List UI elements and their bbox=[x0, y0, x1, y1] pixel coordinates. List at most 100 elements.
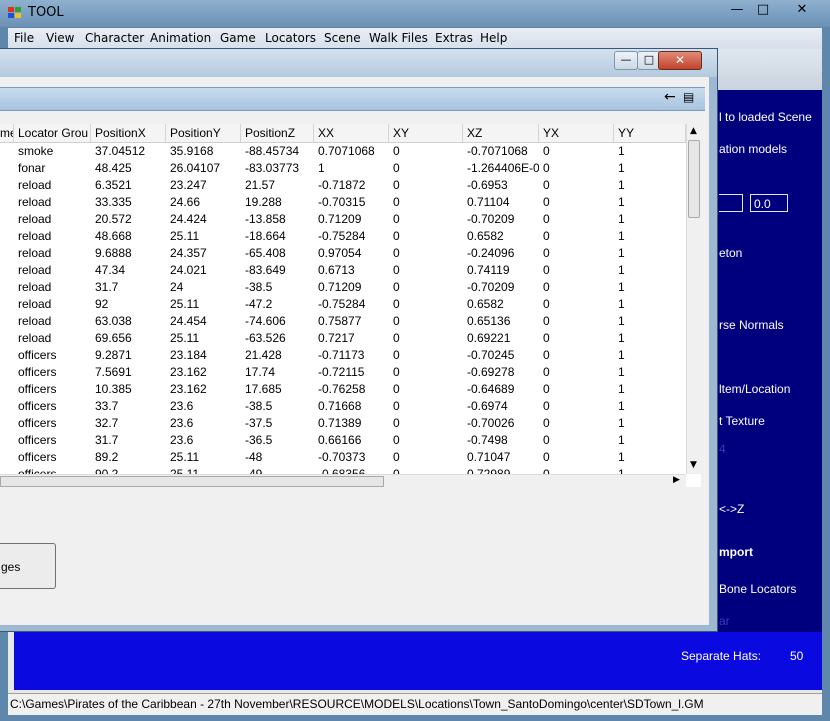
table-cell[interactable]: -38.5 bbox=[241, 398, 314, 415]
table-cell[interactable]: 0.65136 bbox=[463, 313, 539, 330]
table-cell[interactable] bbox=[0, 398, 14, 415]
table-cell[interactable]: -83.649 bbox=[241, 262, 314, 279]
table-row[interactable]: reload 69.656 25.11 -63.526 0.7217 0 0.69221 0 1 bbox=[0, 330, 686, 347]
table-cell[interactable]: 0 bbox=[389, 347, 463, 364]
swap-xz-option[interactable]: <->Z bbox=[719, 502, 744, 516]
table-cell[interactable]: 0.66166 bbox=[314, 432, 389, 449]
table-cell[interactable]: 23.247 bbox=[166, 177, 241, 194]
table-cell[interactable]: -63.526 bbox=[241, 330, 314, 347]
table-cell[interactable]: 0 bbox=[539, 228, 614, 245]
table-cell[interactable]: -0.70209 bbox=[463, 211, 539, 228]
table-cell[interactable]: -0.6974 bbox=[463, 398, 539, 415]
table-cell[interactable]: -0.7071068 bbox=[463, 143, 539, 160]
table-cell[interactable]: -0.7498 bbox=[463, 432, 539, 449]
import-option[interactable]: mport bbox=[719, 545, 753, 559]
table-cell[interactable]: 0 bbox=[539, 245, 614, 262]
table-cell[interactable]: 23.184 bbox=[166, 347, 241, 364]
table-cell[interactable]: fonar bbox=[14, 160, 91, 177]
table-cell[interactable]: officers bbox=[14, 364, 91, 381]
table-row[interactable]: reload 92 25.11 -47.2 -0.75284 0 0.6582 0 1 bbox=[0, 296, 686, 313]
table-cell[interactable]: -0.71872 bbox=[314, 177, 389, 194]
column-header[interactable]: YY bbox=[614, 124, 686, 142]
table-cell[interactable]: officers bbox=[14, 398, 91, 415]
table-cell[interactable]: officers bbox=[14, 432, 91, 449]
item-location-option[interactable]: ltem/Location bbox=[719, 382, 790, 396]
table-cell[interactable]: 0 bbox=[539, 398, 614, 415]
table-cell[interactable] bbox=[0, 449, 14, 466]
table-cell[interactable]: 33.7 bbox=[91, 398, 166, 415]
minimize-button[interactable]: — bbox=[723, 0, 751, 20]
table-cell[interactable]: 20.572 bbox=[91, 211, 166, 228]
table-cell[interactable]: 1 bbox=[614, 347, 686, 364]
table-cell[interactable]: 92 bbox=[91, 296, 166, 313]
table-cell[interactable]: reload bbox=[14, 245, 91, 262]
table-cell[interactable]: reload bbox=[14, 330, 91, 347]
table-cell[interactable]: -0.24096 bbox=[463, 245, 539, 262]
table-cell[interactable]: 25.11 bbox=[166, 296, 241, 313]
table-cell[interactable]: 0 bbox=[539, 262, 614, 279]
table-cell[interactable]: 1 bbox=[614, 228, 686, 245]
table-cell[interactable]: 0 bbox=[389, 330, 463, 347]
table-cell[interactable]: 17.685 bbox=[241, 381, 314, 398]
table-cell[interactable]: reload bbox=[14, 228, 91, 245]
menu-locators[interactable]: Locators bbox=[265, 31, 316, 45]
menu-game[interactable]: Game bbox=[220, 31, 256, 45]
table-cell[interactable] bbox=[0, 211, 14, 228]
table-cell[interactable]: 1 bbox=[614, 330, 686, 347]
table-cell[interactable]: 25.11 bbox=[166, 449, 241, 466]
table-row[interactable]: reload 6.3521 23.247 21.57 -0.71872 0 -0.6953 0… bbox=[0, 177, 686, 194]
table-cell[interactable]: reload bbox=[14, 262, 91, 279]
table-row[interactable]: smoke 37.04512 35.9168 -88.45734 0.7071068 0-… bbox=[0, 143, 686, 160]
table-cell[interactable]: -36.5 bbox=[241, 432, 314, 449]
table-cell[interactable]: 0.71668 bbox=[314, 398, 389, 415]
menu-help[interactable]: Help bbox=[480, 31, 507, 45]
table-cell[interactable] bbox=[0, 347, 14, 364]
table-cell[interactable]: 48.425 bbox=[91, 160, 166, 177]
table-cell[interactable]: 24.357 bbox=[166, 245, 241, 262]
table-row[interactable]: officers 9.2871 23.184 21.428 -0.71173 0 -0.70… bbox=[0, 347, 686, 364]
table-cell[interactable]: reload bbox=[14, 194, 91, 211]
table-cell[interactable] bbox=[0, 330, 14, 347]
table-cell[interactable]: 0 bbox=[539, 143, 614, 160]
table-cell[interactable]: 0 bbox=[539, 415, 614, 432]
table-cell[interactable]: 1 bbox=[614, 296, 686, 313]
table-cell[interactable]: 1 bbox=[614, 415, 686, 432]
table-cell[interactable]: 9.2871 bbox=[91, 347, 166, 364]
table-cell[interactable] bbox=[0, 245, 14, 262]
menu-scene[interactable]: Scene bbox=[324, 31, 361, 45]
table-cell[interactable]: smoke bbox=[14, 143, 91, 160]
table-cell[interactable]: 0 bbox=[539, 279, 614, 296]
column-header[interactable]: XY bbox=[389, 124, 463, 142]
locators-grid[interactable]: meLocator GrouPositionXPositionYPosition… bbox=[0, 124, 701, 487]
child-close-button[interactable]: ✕ bbox=[658, 51, 702, 70]
table-cell[interactable]: 0 bbox=[539, 432, 614, 449]
table-cell[interactable] bbox=[0, 143, 14, 160]
menu-extras[interactable]: Extras bbox=[435, 31, 473, 45]
table-cell[interactable]: 1 bbox=[614, 432, 686, 449]
table-cell[interactable]: 47.34 bbox=[91, 262, 166, 279]
table-cell[interactable]: 10.385 bbox=[91, 381, 166, 398]
menu-walk-files[interactable]: Walk Files bbox=[369, 31, 428, 45]
table-cell[interactable]: 0 bbox=[539, 160, 614, 177]
table-cell[interactable]: 24.454 bbox=[166, 313, 241, 330]
table-cell[interactable]: -47.2 bbox=[241, 296, 314, 313]
texture-option[interactable]: t Texture bbox=[719, 414, 765, 428]
table-cell[interactable]: -48 bbox=[241, 449, 314, 466]
table-cell[interactable]: 0.75877 bbox=[314, 313, 389, 330]
table-cell[interactable]: 0 bbox=[389, 296, 463, 313]
table-cell[interactable] bbox=[0, 313, 14, 330]
table-cell[interactable]: 0 bbox=[389, 364, 463, 381]
table-cell[interactable]: reload bbox=[14, 296, 91, 313]
table-cell[interactable]: 0.69221 bbox=[463, 330, 539, 347]
table-cell[interactable]: 24.66 bbox=[166, 194, 241, 211]
table-cell[interactable]: -0.70373 bbox=[314, 449, 389, 466]
table-cell[interactable]: 0.71104 bbox=[463, 194, 539, 211]
table-cell[interactable]: -0.70245 bbox=[463, 347, 539, 364]
table-cell[interactable]: 0 bbox=[539, 177, 614, 194]
menu-character[interactable]: Character bbox=[85, 31, 144, 45]
bone-locators-option[interactable]: Bone Locators bbox=[719, 582, 796, 596]
table-cell[interactable]: 0.71389 bbox=[314, 415, 389, 432]
table-cell[interactable]: -0.70315 bbox=[314, 194, 389, 211]
main-titlebar[interactable]: TOOL — □ ✕ bbox=[0, 0, 830, 27]
table-cell[interactable]: 0 bbox=[539, 330, 614, 347]
